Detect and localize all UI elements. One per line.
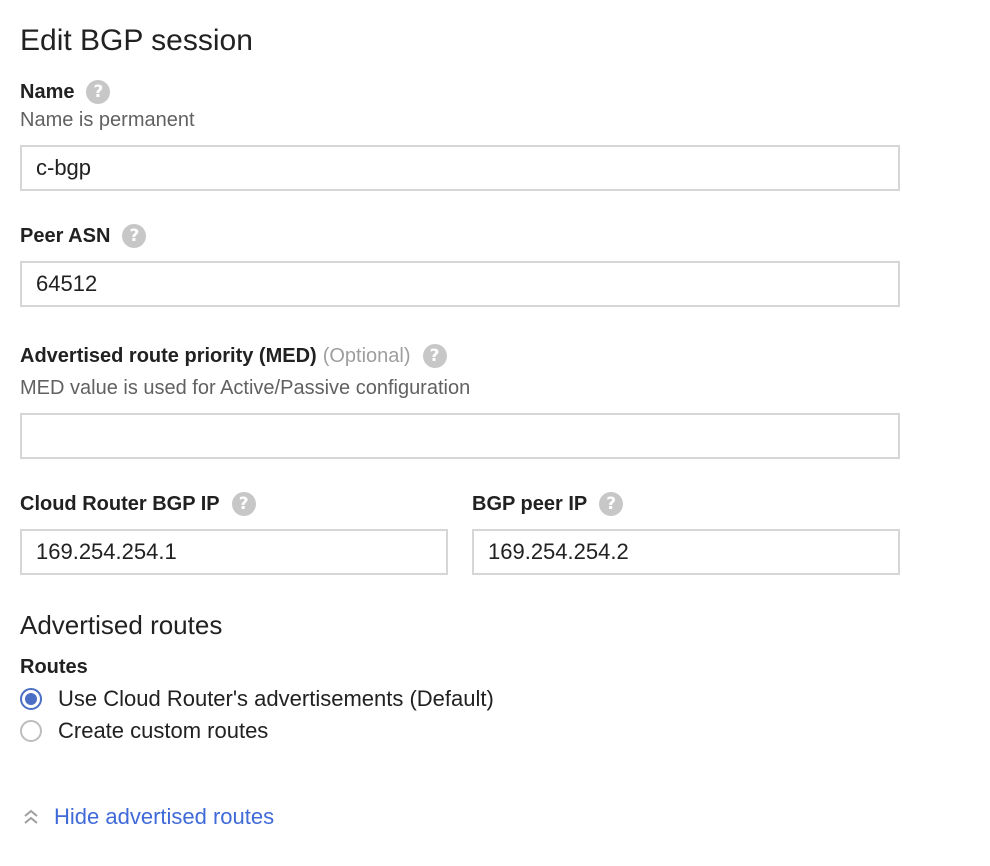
peer-ip-label: BGP peer IP (472, 492, 588, 515)
radio-button-selected[interactable] (20, 688, 42, 710)
med-label-row: Advertised route priority (MED) (Optiona… (20, 344, 447, 368)
name-hint: Name is permanent (20, 109, 195, 131)
hide-advertised-routes-link[interactable]: Hide advertised routes (20, 804, 274, 830)
page-title: Edit BGP session (20, 24, 253, 57)
radio-create-custom-routes[interactable]: Create custom routes (20, 718, 268, 744)
med-hint: MED value is used for Active/Passive con… (20, 377, 471, 399)
med-label: Advertised route priority (MED) (20, 344, 317, 367)
cloud-router-ip-label-row: Cloud Router BGP IP ? (20, 492, 256, 516)
peer-ip-label-row: BGP peer IP ? (472, 492, 624, 516)
name-input[interactable] (20, 145, 900, 191)
cloud-router-ip-input[interactable] (20, 529, 448, 575)
optional-tag: (Optional) (322, 344, 411, 367)
help-icon[interactable]: ? (422, 344, 447, 368)
routes-label: Routes (20, 656, 88, 678)
radio-label: Create custom routes (58, 718, 269, 743)
peer-asn-label: Peer ASN (20, 224, 111, 247)
peer-asn-label-row: Peer ASN ? (20, 224, 147, 248)
help-icon[interactable]: ? (231, 492, 256, 516)
radio-use-cloud-router-advertisements[interactable]: Use Cloud Router's advertisements (Defau… (20, 686, 494, 712)
hide-advertised-routes-label: Hide advertised routes (54, 804, 275, 829)
peer-asn-input[interactable] (20, 261, 900, 307)
help-icon[interactable]: ? (599, 492, 624, 516)
name-label: Name (20, 80, 75, 103)
cloud-router-ip-label: Cloud Router BGP IP (20, 492, 220, 515)
name-label-row: Name ? (20, 80, 111, 104)
peer-ip-input[interactable] (472, 529, 900, 575)
help-icon[interactable]: ? (122, 224, 147, 248)
chevron-up-icon (24, 809, 38, 824)
radio-label: Use Cloud Router's advertisements (Defau… (58, 686, 494, 711)
med-input[interactable] (20, 413, 900, 459)
help-icon[interactable]: ? (86, 80, 111, 104)
advertised-routes-title: Advertised routes (20, 610, 223, 640)
radio-button[interactable] (20, 720, 42, 742)
